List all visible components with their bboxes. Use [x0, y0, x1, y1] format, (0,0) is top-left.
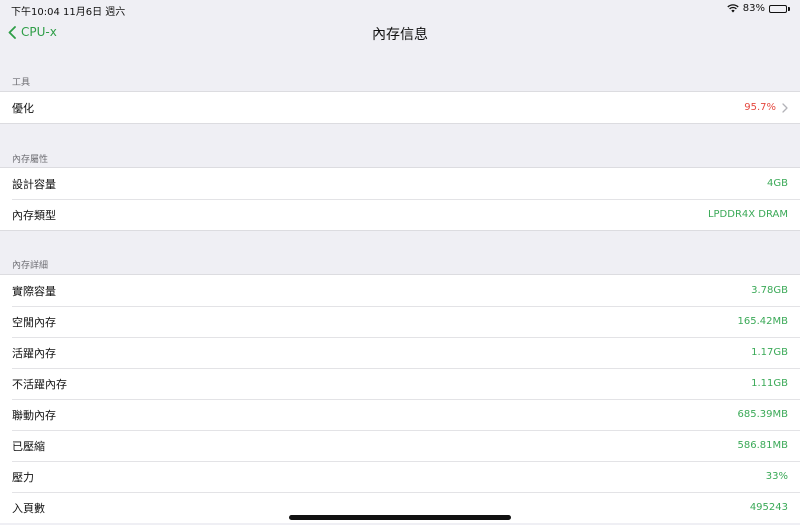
row-value: 95.7%	[744, 102, 776, 113]
row-label: 入頁數	[12, 501, 45, 515]
navigation-bar: CPU-x 內存信息	[0, 18, 800, 50]
row-right: 95.7%	[744, 102, 788, 113]
list-item: 不活躍內存 1.11GB	[0, 368, 800, 399]
row-label: 聯動內存	[12, 408, 56, 422]
row-label: 實際容量	[12, 284, 56, 298]
page-title: 內存信息	[372, 27, 428, 43]
list-item: 空閒內存 165.42MB	[0, 306, 800, 337]
row-value: 685.39MB	[737, 409, 788, 420]
row-label: 已壓縮	[12, 439, 45, 453]
row-value: 1.17GB	[751, 347, 788, 358]
row-label: 空閒內存	[12, 315, 56, 329]
battery-icon	[769, 4, 790, 13]
list-item: 實際容量 3.78GB	[0, 275, 800, 306]
row-value: 3.78GB	[751, 285, 788, 296]
wifi-icon	[727, 4, 739, 13]
status-indicators: 83%	[727, 3, 790, 14]
list-item: 壓力 33%	[0, 461, 800, 492]
list-item: 已壓縮 586.81MB	[0, 430, 800, 461]
row-value: 586.81MB	[737, 440, 788, 451]
row-value: 495243	[749, 502, 788, 513]
row-label: 優化	[12, 101, 34, 115]
section-header-memory-properties: 內存屬性	[12, 155, 49, 165]
list-item: 聯動內存 685.39MB	[0, 399, 800, 430]
home-indicator[interactable]	[289, 515, 511, 520]
row-value: 4GB	[767, 178, 788, 189]
list-item: 活躍內存 1.17GB	[0, 337, 800, 368]
optimize-row[interactable]: 優化 95.7%	[0, 92, 800, 123]
row-value: 1.11GB	[751, 378, 788, 389]
row-label: 活躍內存	[12, 346, 56, 360]
section-header-memory-details: 內存詳細	[12, 261, 49, 271]
row-value: 165.42MB	[737, 316, 788, 327]
section-header-tools: 工具	[12, 78, 31, 88]
status-bar: 下午10:04 11月6日 週六 83%	[0, 0, 800, 18]
row-label: 不活躍內存	[12, 377, 67, 391]
list-item: 設計容量 4GB	[0, 168, 800, 199]
list-item: 內存類型 LPDDR4X DRAM	[0, 199, 800, 230]
chevron-right-icon	[782, 102, 788, 113]
row-label: 內存類型	[12, 208, 56, 222]
battery-percent: 83%	[742, 3, 765, 14]
group-memory-properties: 設計容量 4GB 內存類型 LPDDR4X DRAM	[0, 167, 800, 231]
row-value: 33%	[765, 471, 788, 482]
group-tools: 優化 95.7%	[0, 91, 800, 124]
group-memory-details: 實際容量 3.78GB 空閒內存 165.42MB 活躍內存 1.17GB 不活…	[0, 274, 800, 523]
row-value: LPDDR4X DRAM	[707, 209, 788, 220]
row-label: 壓力	[12, 470, 34, 484]
status-time-date: 下午10:04 11月6日 週六	[11, 7, 126, 18]
row-label: 設計容量	[12, 177, 56, 191]
